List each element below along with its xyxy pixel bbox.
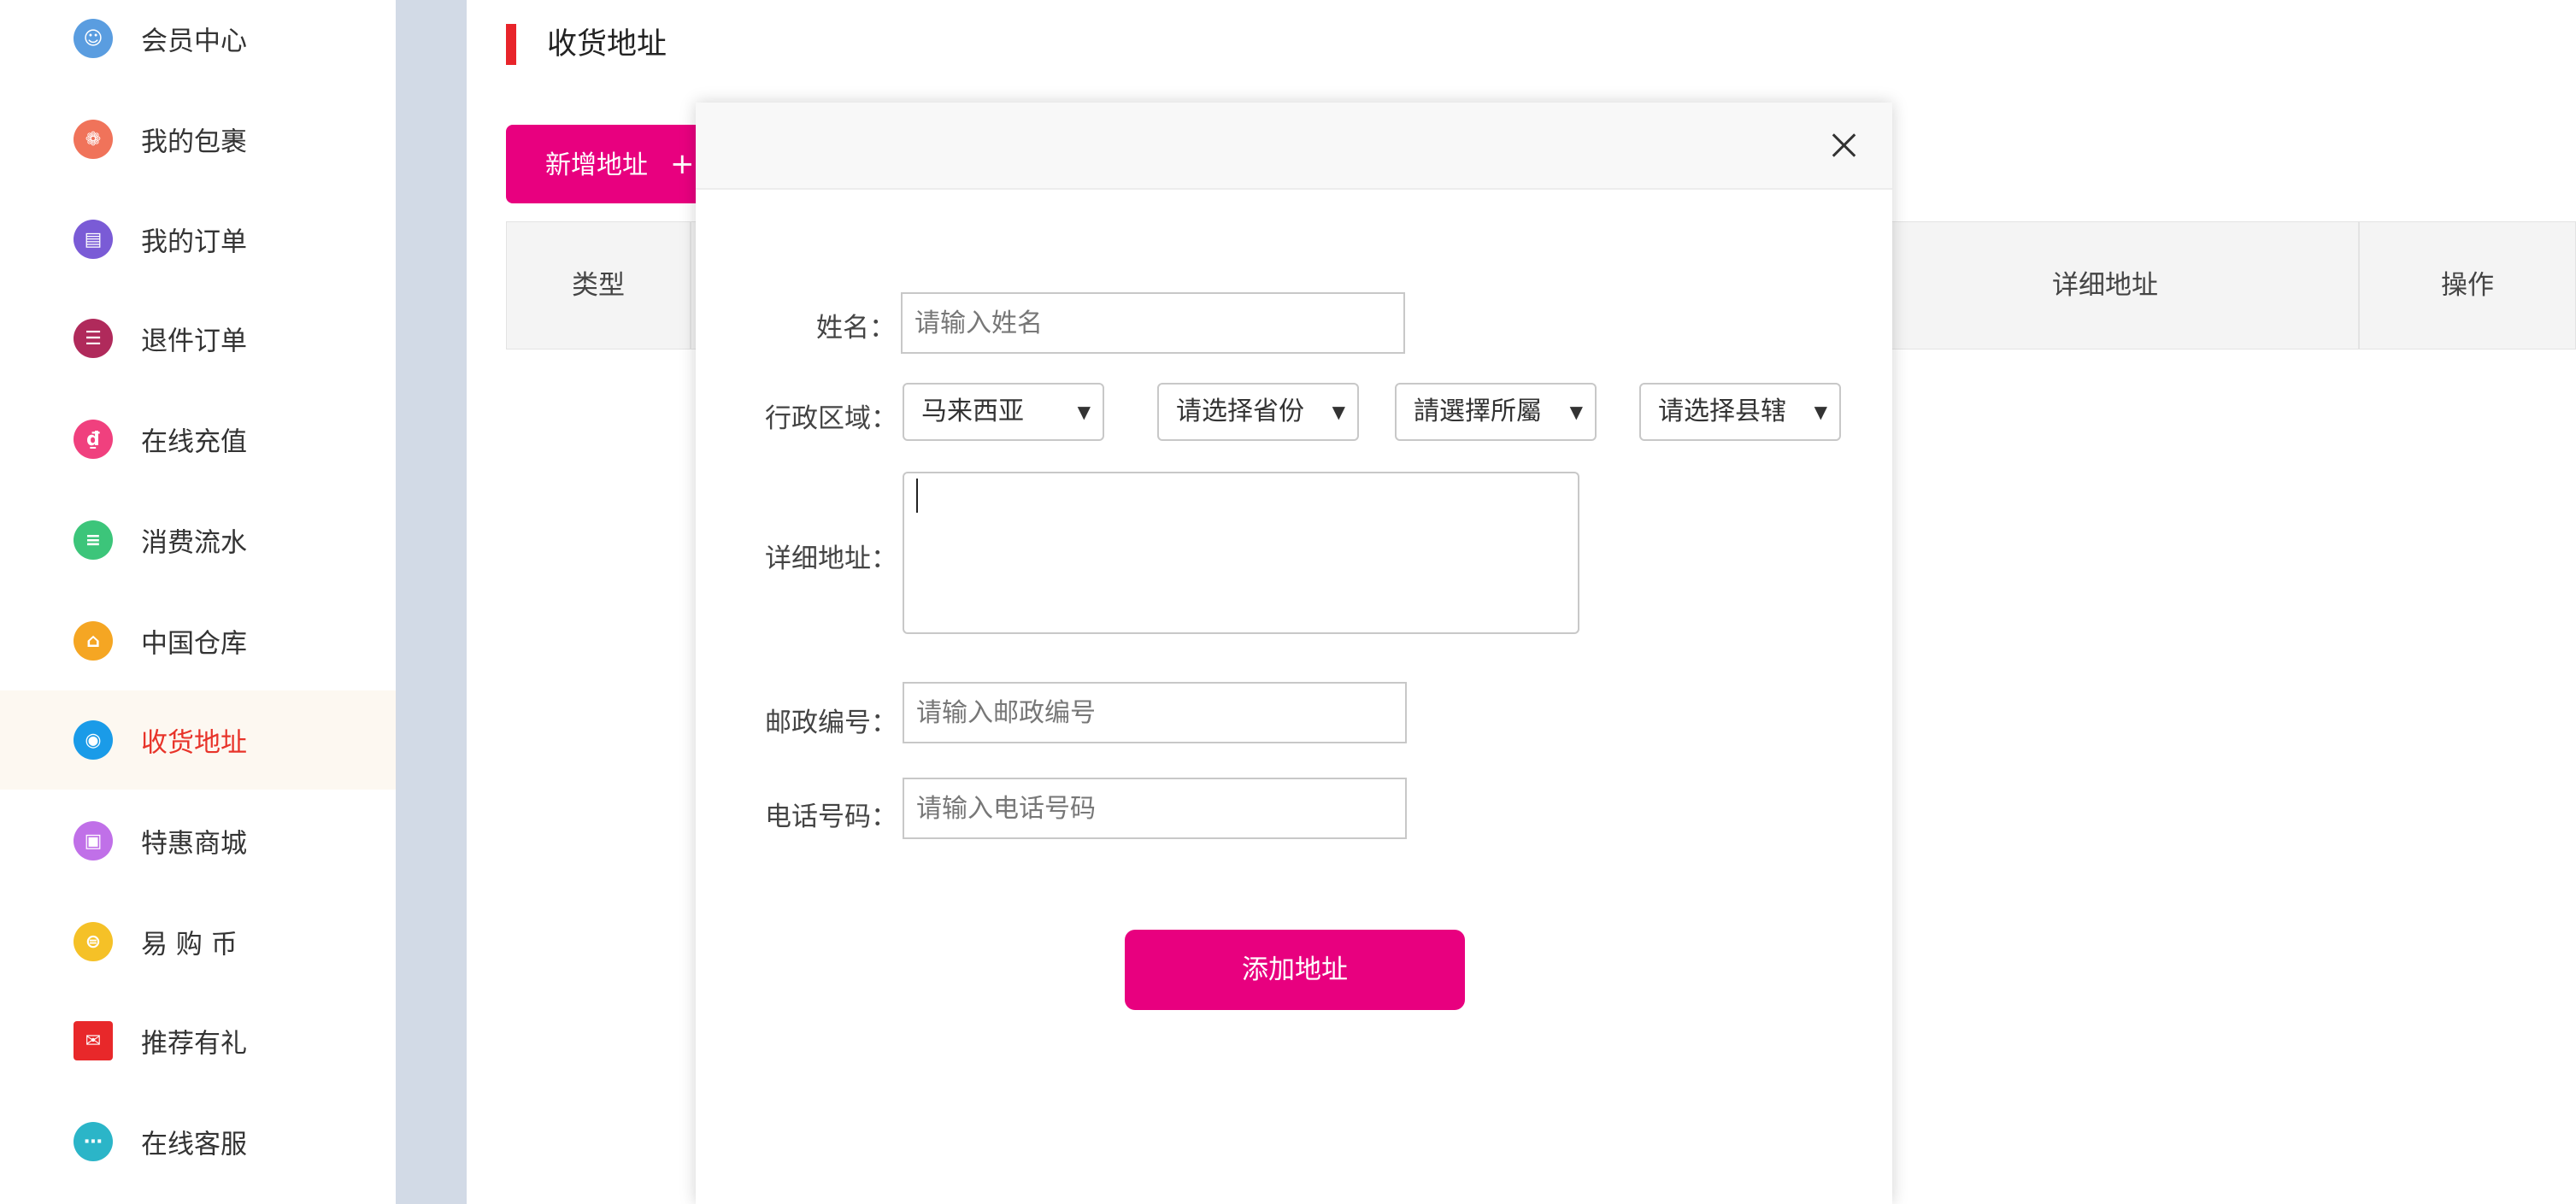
region-label: 行政区域： [765,403,897,434]
sidebar-item[interactable]: ☺ 会员中心 [0,0,396,88]
column-divider [690,222,691,349]
chevron-down-icon: ▼ [1814,402,1827,422]
sidebar-item[interactable]: ◉ 收货地址 [0,690,396,790]
add-address-dialog: 姓名： 行政区域： 马来西亚 ▼ 请选择省份 ▼ 請選擇所屬 ▼ 请选择县辖 ▼… [696,103,1892,1204]
name-input[interactable] [901,292,1405,354]
sidebar-item[interactable]: ⌂ 中国仓库 [0,591,396,690]
sidebar-item[interactable]: ✉ 推荐有礼 [0,991,396,1090]
return-icon: ☰ [74,319,113,358]
avatar-icon: ☺ [74,19,113,58]
mall-icon: ▣ [74,821,113,860]
sidebar-item-label: 消费流水 [141,527,247,559]
chevron-down-icon: ▼ [1077,402,1091,422]
chevron-down-icon: ▼ [1569,402,1583,422]
sidebar: ☺ 会员中心 ❁ 我的包裹 ▤ 我的订单 ☰ 退件订单 ₫ 在线充值 ≡ 消费流水 ⌂ 中国仓库 ◉ 收货地址… [0,0,396,1204]
address-textarea[interactable] [903,472,1579,634]
country-select[interactable]: 马来西亚 ▼ [903,383,1104,441]
address-label: 详细地址： [765,543,897,574]
name-label: 姓名： [816,313,896,344]
sidebar-item-label: 特惠商城 [141,828,247,860]
country-select-value: 马来西亚 [921,396,1024,426]
sidebar-item[interactable]: ⋯ 在线客服 [0,1092,396,1191]
page-title: 收货地址 [547,27,668,62]
sidebar-item[interactable]: ❁ 我的包裹 [0,90,396,189]
sidebar-item-label: 中国仓库 [141,628,247,660]
sidebar-item-label: 收货地址 [141,727,247,759]
phone-input[interactable] [903,778,1407,839]
coin-icon: ⊜ [74,922,113,961]
postal-code-input[interactable] [903,682,1407,743]
add-address-button[interactable]: 新增地址 + [506,125,720,203]
city-select-value: 請選擇所屬 [1414,396,1542,426]
ledger-icon: ≡ [74,520,113,560]
sidebar-item[interactable]: ≡ 消费流水 [0,490,396,590]
sidebar-item[interactable]: ₫ 在线充值 [0,390,396,489]
phone-label: 电话号码： [765,802,897,832]
sidebar-item-label: 在线客服 [141,1129,247,1160]
moneybag-icon: ₫ [74,420,113,459]
column-actions: 操作 [2441,270,2494,301]
dialog-header [696,103,1892,190]
province-select-value: 请选择省份 [1176,396,1304,426]
sidebar-gutter [396,0,467,1204]
order-icon: ▤ [74,220,113,259]
city-select[interactable]: 請選擇所屬 ▼ [1395,383,1597,441]
chat-icon: ⋯ [74,1122,113,1161]
sidebar-item-label: 我的包裹 [141,126,247,158]
close-icon[interactable] [1827,128,1861,162]
sidebar-item[interactable]: ⊜ 易 购 币 [0,892,396,991]
county-select-value: 请选择县辖 [1658,396,1786,426]
county-select[interactable]: 请选择县辖 ▼ [1639,383,1841,441]
sidebar-item[interactable]: ☰ 退件订单 [0,289,396,388]
sidebar-item[interactable]: ▣ 特惠商城 [0,791,396,890]
chevron-down-icon: ▼ [1332,402,1345,422]
add-address-label: 新增地址 [545,150,648,180]
text-cursor [916,479,918,513]
plus-icon: + [670,147,695,181]
sidebar-item-label: 易 购 币 [141,929,238,960]
package-icon: ❁ [74,120,113,159]
column-address: 详细地址 [2052,270,2158,301]
sidebar-item-label: 会员中心 [141,26,247,57]
sidebar-item-label: 退件订单 [141,326,247,357]
submit-address-button[interactable]: 添加地址 [1125,930,1465,1010]
location-icon: ◉ [74,720,113,760]
sidebar-item-label: 在线充值 [141,426,247,458]
postal-label: 邮政编号： [765,708,897,738]
sidebar-item[interactable]: ▤ 我的订单 [0,190,396,289]
warehouse-icon: ⌂ [74,621,113,661]
sidebar-item-label: 推荐有礼 [141,1028,247,1060]
title-accent-bar [506,24,516,65]
sidebar-item-label: 我的订单 [141,226,247,258]
gift-envelope-icon: ✉ [74,1021,113,1060]
column-type: 类型 [572,270,625,301]
province-select[interactable]: 请选择省份 ▼ [1157,383,1359,441]
